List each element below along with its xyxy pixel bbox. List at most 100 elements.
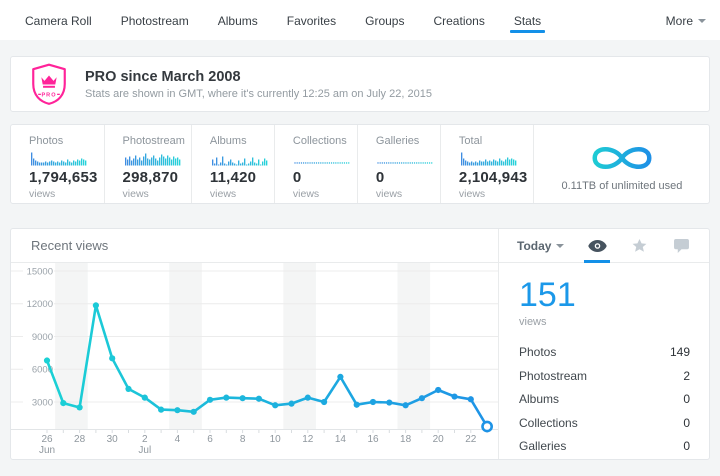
stat-label: Total: [459, 135, 528, 147]
stat-card-total[interactable]: Total2,104,943views: [441, 125, 535, 203]
stat-unit: views: [376, 188, 434, 200]
infinity-icon: [585, 140, 659, 176]
sparkline-albums-icon: [210, 152, 268, 166]
sparkline-photos-icon: [29, 152, 87, 166]
stat-card-photos[interactable]: Photos1,794,653views: [11, 125, 105, 203]
nav-item-creations[interactable]: Creations: [433, 0, 484, 40]
data-point[interactable]: [386, 399, 392, 405]
nav-item-label: Camera Roll: [25, 14, 92, 28]
nav-item-camera-roll[interactable]: Camera Roll: [25, 0, 92, 40]
chevron-down-icon: [556, 244, 564, 248]
y-axis-label: 12000: [27, 299, 53, 310]
sparkline-photostream-icon: [123, 152, 181, 166]
stat-label: Collections: [293, 135, 351, 147]
data-point[interactable]: [370, 399, 376, 405]
nav-item-groups[interactable]: Groups: [365, 0, 404, 40]
sparkline-galleries-icon: [376, 152, 434, 166]
nav-item-stats[interactable]: Stats: [514, 0, 541, 40]
data-point[interactable]: [191, 409, 197, 415]
data-point-today[interactable]: [483, 422, 492, 431]
recent-views-card: Recent views 300060009000120001500026Jun…: [10, 228, 710, 460]
tab-favorites[interactable]: [618, 229, 660, 262]
pro-text: PRO since March 2008 Stats are shown in …: [85, 69, 432, 100]
breakdown-value: 0: [683, 416, 690, 430]
data-point[interactable]: [240, 395, 246, 401]
weekend-band: [169, 263, 202, 429]
data-point[interactable]: [174, 407, 180, 413]
x-axis-label: 28: [74, 434, 86, 445]
data-point[interactable]: [77, 404, 83, 410]
pro-banner: PRO PRO since March 2008 Stats are shown…: [10, 56, 710, 112]
breakdown-value: 149: [670, 345, 690, 359]
stat-card-photostream[interactable]: Photostream298,870views: [105, 125, 192, 203]
data-point[interactable]: [272, 402, 278, 408]
data-point[interactable]: [288, 401, 294, 407]
data-point[interactable]: [109, 355, 115, 361]
nav-item-label: Favorites: [287, 14, 336, 28]
storage-caption: 0.11TB of unlimited used: [562, 180, 683, 192]
data-point[interactable]: [305, 395, 311, 401]
breakdown-value: 0: [683, 439, 690, 453]
tab-comments[interactable]: [660, 229, 702, 262]
data-point[interactable]: [451, 393, 457, 399]
stat-label: Albums: [210, 135, 268, 147]
x-axis-label: 8: [240, 434, 246, 445]
nav-item-label: Groups: [365, 14, 404, 28]
stat-value: 0: [376, 169, 434, 186]
y-axis-label: 15000: [27, 266, 53, 277]
data-point[interactable]: [403, 402, 409, 408]
x-axis-label: 16: [367, 434, 379, 445]
x-axis-label: 6: [207, 434, 213, 445]
star-icon: [632, 238, 647, 253]
nav-items: Camera Roll Photostream Albums Favorites Gro…: [25, 0, 570, 40]
pro-subtitle: Stats are shown in GMT, where it's curre…: [85, 88, 432, 100]
data-point[interactable]: [93, 302, 99, 308]
breakdown-label: Collections: [519, 416, 578, 430]
more-label: More: [666, 14, 693, 28]
nav-item-albums[interactable]: Albums: [218, 0, 258, 40]
breakdown-label: Photostream: [519, 369, 587, 383]
data-point[interactable]: [60, 400, 66, 406]
stat-unit: views: [293, 188, 351, 200]
breakdown-value: 0: [683, 392, 690, 406]
breakdown-row-albums: Albums0: [519, 392, 690, 406]
data-point[interactable]: [223, 395, 229, 401]
data-point[interactable]: [419, 395, 425, 401]
data-point[interactable]: [207, 397, 213, 403]
data-point[interactable]: [158, 407, 164, 413]
x-axis-label: 10: [270, 434, 282, 445]
data-point[interactable]: [142, 395, 148, 401]
data-point[interactable]: [468, 396, 474, 402]
stat-value: 1,794,653: [29, 169, 98, 186]
nav-item-more[interactable]: More: [666, 0, 706, 40]
stat-unit: views: [210, 188, 268, 200]
data-point[interactable]: [435, 387, 441, 393]
breakdown-rows: Photos149Photostream2Albums0Collections0…: [519, 345, 690, 453]
top-nav: Camera Roll Photostream Albums Favorites Gro…: [0, 0, 720, 40]
total-views-number: 151: [519, 277, 690, 313]
stat-value: 2,104,943: [459, 169, 528, 186]
data-point[interactable]: [337, 374, 343, 380]
data-point[interactable]: [321, 399, 327, 405]
nav-item-favorites[interactable]: Favorites: [287, 0, 336, 40]
data-point[interactable]: [256, 396, 262, 402]
stat-card-collections[interactable]: Collections0views: [275, 125, 358, 203]
data-point[interactable]: [125, 386, 131, 392]
metric-tabs: [576, 229, 710, 262]
nav-item-label: Photostream: [121, 14, 189, 28]
recent-views-line-chart[interactable]: 300060009000120001500026Jun28302Jul46810…: [11, 263, 498, 459]
breakdown-row-galleries: Galleries 0: [519, 439, 690, 453]
breakdown-label: Galleries: [519, 439, 566, 453]
stat-card-albums[interactable]: Albums11,420views: [192, 125, 275, 203]
data-point[interactable]: [44, 357, 50, 363]
nav-item-photostream[interactable]: Photostream: [121, 0, 189, 40]
range-dropdown[interactable]: Today: [517, 229, 564, 262]
stat-card-galleries[interactable]: Galleries0views: [358, 125, 441, 203]
stat-unit: views: [29, 188, 98, 200]
stat-unit: views: [123, 188, 185, 200]
tab-views[interactable]: [576, 229, 618, 262]
nav-item-label: Creations: [433, 14, 484, 28]
breakdown-label: Photos: [519, 345, 556, 359]
data-point[interactable]: [354, 402, 360, 408]
chevron-down-icon: [698, 19, 706, 23]
